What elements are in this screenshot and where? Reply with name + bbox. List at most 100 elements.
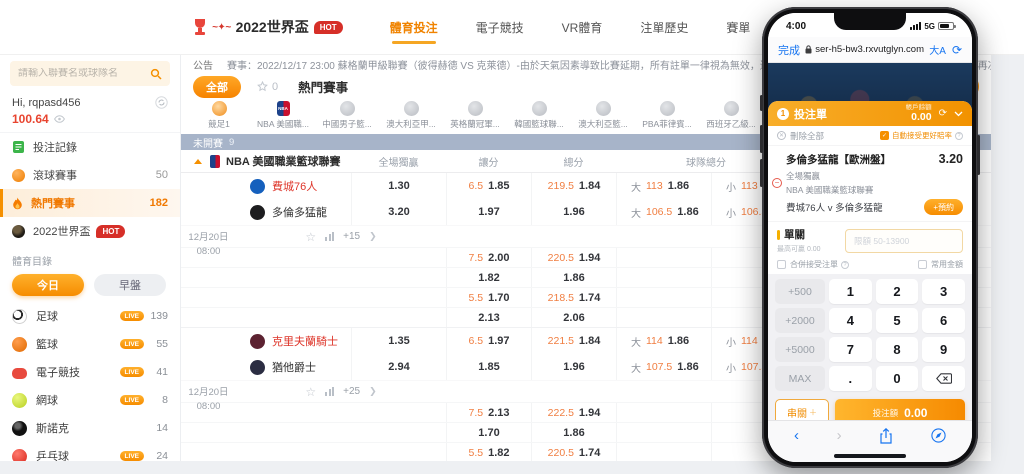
odds-cell[interactable]: 2.94 (351, 354, 446, 380)
address-field[interactable]: ser-h5-bw3.rxvutglyn.com (800, 44, 929, 55)
sidebar-item-worldcup[interactable]: 2022世界盃 HOT (0, 217, 180, 245)
league-shortcut[interactable]: 韓國籃球聯... (507, 101, 571, 130)
reserve-button[interactable]: +預約 (924, 199, 963, 215)
today-tab[interactable]: 今日 (12, 274, 84, 296)
digit-key-0[interactable]: 0 (876, 366, 919, 391)
digit-key-5[interactable]: 5 (876, 308, 919, 333)
early-market-tab[interactable]: 早盤 (94, 274, 166, 296)
share-icon[interactable] (879, 428, 893, 444)
digit-key-8[interactable]: 8 (876, 337, 919, 362)
site-logo[interactable]: ~✦~ 2022世界盃 HOT (192, 17, 343, 37)
text-size-button[interactable]: 大A (929, 42, 946, 57)
sidebar-sport-tennis[interactable]: 網球 LIVE 8 (0, 386, 180, 414)
odds-cell[interactable]: 6.5 1.85 (446, 173, 531, 199)
odds-cell[interactable]: 1.30 (351, 173, 446, 199)
collapse-chevron-icon[interactable] (954, 111, 963, 117)
odds-cell[interactable]: 7.5 2.13 (446, 403, 531, 422)
odds-cell[interactable]: 3.20 (351, 199, 446, 225)
parlay-button[interactable]: 串關＋ (775, 399, 829, 420)
backspace-key[interactable] (922, 366, 965, 391)
refresh-icon[interactable]: ⟳ (939, 108, 947, 119)
team-cell[interactable]: 猶他爵士 (236, 359, 351, 375)
odds-cell[interactable]: 大 106.5 1.86 (616, 199, 711, 225)
odds-cell[interactable]: 218.5 1.74 (531, 288, 616, 307)
back-icon[interactable]: ‹ (794, 428, 799, 443)
sidebar-item-bet-records[interactable]: 投注記錄 (0, 133, 180, 161)
delete-all-button[interactable]: ✕ 刪除全部 (777, 130, 824, 142)
odds-cell[interactable]: 2.13 (446, 308, 531, 327)
sidebar-item-live-events[interactable]: 滾球賽事 50 (0, 161, 180, 189)
tab-all[interactable]: 全部 (193, 76, 241, 98)
odds-cell[interactable]: 222.5 1.94 (531, 403, 616, 422)
search-box[interactable] (10, 61, 170, 86)
sidebar-sport-pingpong[interactable]: 乒乓球 LIVE 24 (0, 442, 180, 461)
sidebar-sport-snooker[interactable]: 斯諾克 14 (0, 414, 180, 442)
collapse-caret-icon[interactable] (194, 159, 202, 164)
merge-checkbox[interactable] (777, 260, 786, 269)
chevron-right-icon[interactable]: ❯ (369, 231, 377, 242)
odds-cell[interactable]: 大 113 1.86 (616, 173, 711, 199)
odds-cell[interactable]: 5.5 1.70 (446, 288, 531, 307)
forward-icon[interactable]: › (837, 428, 842, 443)
stats-icon[interactable] (325, 232, 334, 241)
search-input[interactable] (18, 68, 150, 79)
quick-amount-key[interactable]: +2000 (775, 308, 825, 333)
search-icon[interactable] (150, 68, 162, 80)
quick-amount-key[interactable]: +500 (775, 279, 825, 304)
odds-cell[interactable]: 219.5 1.84 (531, 173, 616, 199)
sidebar-sport-basketball[interactable]: 籃球 LIVE 55 (0, 330, 180, 358)
bet-slip-header[interactable]: 1 投注單 帳戶餘額 0.00 ⟳ (768, 101, 972, 126)
odds-cell[interactable]: 1.35 (351, 328, 446, 354)
odds-cell[interactable]: 220.5 1.74 (531, 443, 616, 461)
odds-cell[interactable]: 大 107.5 1.86 (616, 354, 711, 380)
odds-cell[interactable]: 大 114 1.86 (616, 328, 711, 354)
sidebar-item-hot-events[interactable]: 熱門賽事 182 (0, 189, 180, 217)
favorite-star-icon[interactable]: ☆ (305, 230, 316, 244)
sidebar-sport-esports[interactable]: 電子競技 LIVE 41 (0, 358, 180, 386)
odds-cell[interactable]: 7.5 2.00 (446, 248, 531, 267)
league-shortcut[interactable]: NBA NBA 美國職... (251, 101, 315, 130)
nav-item[interactable]: 賽單 (724, 9, 752, 46)
compass-icon[interactable] (931, 428, 946, 443)
league-shortcut[interactable]: 西班牙乙級... (699, 101, 763, 130)
refresh-balance-icon[interactable] (155, 96, 168, 109)
odds-cell[interactable]: 1.96 (531, 199, 616, 225)
stats-icon[interactable] (325, 387, 334, 396)
league-shortcut[interactable]: 英格蘭冠軍... (443, 101, 507, 130)
digit-key-2[interactable]: 2 (876, 279, 919, 304)
odds-cell[interactable]: 1.82 (446, 268, 531, 287)
common-amount-checkbox[interactable] (918, 260, 927, 269)
nav-item[interactable]: 電子競技 (474, 9, 526, 46)
league-shortcut[interactable]: 競足1 (187, 101, 251, 130)
digit-key-4[interactable]: 4 (829, 308, 872, 333)
odds-cell[interactable]: 6.5 1.97 (446, 328, 531, 354)
more-markets-link[interactable]: +15 (343, 231, 360, 242)
nav-item[interactable]: VR體育 (560, 9, 605, 46)
stake-amount-input[interactable] (845, 229, 963, 253)
league-shortcut[interactable]: 澳大利亞甲... (379, 101, 443, 130)
favorites-filter[interactable]: 0 (257, 81, 278, 93)
quick-amount-key[interactable]: +5000 (775, 337, 825, 362)
digit-key-3[interactable]: 3 (922, 279, 965, 304)
remove-bet-icon[interactable]: − (772, 178, 782, 188)
eye-icon[interactable] (54, 115, 65, 123)
favorite-star-icon[interactable]: ☆ (305, 385, 316, 399)
team-cell[interactable]: 克里夫蘭騎士 (236, 333, 351, 349)
nav-item[interactable]: 注單歷史 (638, 9, 690, 46)
quick-amount-key[interactable]: MAX (775, 366, 825, 391)
digit-key-7[interactable]: 7 (829, 337, 872, 362)
odds-cell[interactable]: 5.5 1.82 (446, 443, 531, 461)
digit-key-dot[interactable]: . (829, 366, 872, 391)
nav-item[interactable]: 體育投注 (388, 9, 440, 46)
odds-cell[interactable]: 1.96 (531, 354, 616, 380)
digit-key-9[interactable]: 9 (922, 337, 965, 362)
odds-cell[interactable]: 2.06 (531, 308, 616, 327)
odds-cell[interactable]: 1.86 (531, 423, 616, 442)
more-markets-link[interactable]: +25 (343, 386, 360, 397)
team-cell[interactable]: 費城76人 (236, 178, 351, 194)
home-indicator[interactable] (834, 454, 906, 458)
league-shortcut[interactable]: PBA菲律賓... (635, 101, 699, 130)
league-shortcut[interactable]: 中國男子籃... (315, 101, 379, 130)
auto-accept-toggle[interactable]: ✓ 自動接受更好賠率 ? (880, 130, 963, 141)
digit-key-6[interactable]: 6 (922, 308, 965, 333)
